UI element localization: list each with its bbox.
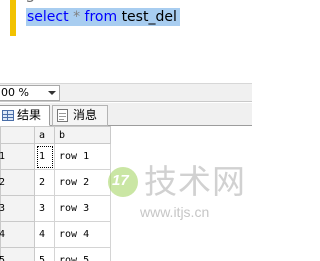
cell-a[interactable]: 3: [34, 195, 55, 222]
row-number-label: 5: [0, 255, 6, 261]
row-number-label: 4: [0, 229, 6, 240]
results-tabs: 结果 消息: [0, 103, 252, 126]
tab-messages-label: 消息: [73, 108, 98, 122]
messages-icon: [57, 109, 68, 122]
table-row: 3 3 row 3: [0, 195, 111, 222]
watermark-url: www.itjs.cn: [140, 204, 210, 220]
row-number[interactable]: 4: [0, 221, 35, 248]
results-table: a b 1 1 row 1 2 2 row 2 3 3 row 3 4 4 ro…: [0, 126, 111, 261]
tab-results[interactable]: 结果: [0, 105, 50, 126]
chevron-down-icon[interactable]: [48, 91, 56, 95]
code-line-query-selected[interactable]: select * from test_del: [26, 8, 180, 26]
cell-a[interactable]: 4: [34, 221, 55, 248]
change-tracking-bar: [10, 0, 16, 36]
watermark: 17 技术网 www.itjs.cn: [106, 157, 252, 261]
results-grid-icon: [2, 110, 14, 121]
table-row: 1 1 row 1: [0, 143, 111, 170]
row-number[interactable]: 1: [0, 143, 35, 170]
row-number-label: 1: [0, 151, 6, 162]
watermark-brand: 技术网: [144, 162, 246, 201]
row-number[interactable]: 2: [0, 169, 35, 196]
operator-star: *: [73, 9, 81, 25]
cell-b[interactable]: row 5: [54, 247, 111, 261]
cell-b[interactable]: row 3: [54, 195, 111, 222]
column-header-a[interactable]: a: [34, 126, 55, 144]
cell-b[interactable]: row 4: [54, 221, 111, 248]
row-number-label: 3: [0, 203, 6, 214]
corner-cell[interactable]: [0, 126, 35, 144]
line-fragment: 5: [26, 0, 35, 6]
row-number-label: 2: [0, 177, 6, 188]
query-editor[interactable]: 5 select * from test_del: [0, 0, 252, 36]
row-number[interactable]: 3: [0, 195, 35, 222]
editor-blank-area[interactable]: [0, 36, 252, 83]
keyword-from: from: [84, 9, 118, 25]
tab-messages[interactable]: 消息: [52, 105, 108, 126]
zoom-dropdown[interactable]: 00 %: [0, 85, 60, 101]
watermark-badge: 17: [112, 172, 129, 189]
table-row: 5 5 row 5: [0, 247, 111, 261]
header-row: a b: [0, 126, 111, 144]
code-line-previous: 5: [26, 0, 35, 7]
table-row: 2 2 row 2: [0, 169, 111, 196]
tab-results-label: 结果: [17, 108, 42, 122]
zoom-value: 00 %: [1, 86, 29, 99]
cell-a[interactable]: 1: [34, 143, 55, 170]
cell-b[interactable]: row 2: [54, 169, 111, 196]
column-header-b[interactable]: b: [54, 126, 111, 144]
cell-a[interactable]: 5: [34, 247, 55, 261]
cell-a[interactable]: 2: [34, 169, 55, 196]
table-row: 4 4 row 4: [0, 221, 111, 248]
zoom-bar: 00 %: [0, 83, 252, 102]
cell-b[interactable]: row 1: [54, 143, 111, 170]
keyword-select: select: [27, 9, 69, 25]
row-number[interactable]: 5: [0, 247, 35, 261]
table-identifier: test_del: [121, 9, 177, 25]
